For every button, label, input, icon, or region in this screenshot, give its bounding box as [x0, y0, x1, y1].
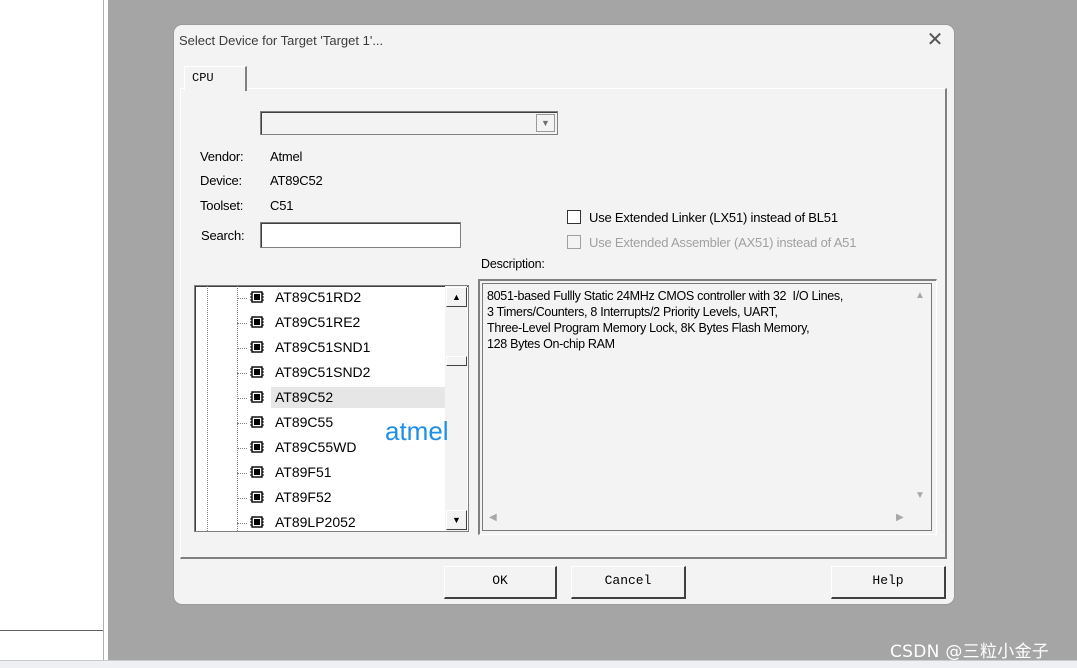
tree-item-label: AT89C55WD [275, 439, 357, 455]
cancel-button[interactable]: Cancel [571, 566, 686, 599]
scroll-down-button[interactable]: ▼ [446, 510, 467, 530]
device-label: Device: [200, 173, 242, 188]
search-input[interactable] [260, 222, 461, 248]
description-text: 8051-based Fullly Static 24MHz CMOS cont… [487, 289, 844, 351]
tab-cpu[interactable]: CPU [184, 66, 247, 91]
tree-connector [237, 498, 247, 499]
toolset-value: C51 [270, 198, 294, 213]
extended-linker-checkbox[interactable] [567, 210, 581, 224]
scroll-up-button[interactable]: ▲ [446, 287, 467, 307]
chip-icon [249, 390, 265, 404]
tree-item-label: AT89C51SND2 [275, 364, 371, 380]
device-value: AT89C52 [270, 173, 323, 188]
chip-icon [249, 465, 265, 479]
chevron-down-icon[interactable]: ▼ [536, 114, 555, 132]
background-left-pane [0, 0, 104, 667]
tree-connector [237, 323, 247, 324]
chip-icon [249, 315, 265, 329]
tree-item[interactable]: AT89C51SND1 [195, 336, 445, 360]
chip-icon [249, 490, 265, 504]
tree-item[interactable]: AT89C51SND2 [195, 361, 445, 385]
ok-button[interactable]: OK [444, 566, 557, 599]
search-label: Search: [201, 228, 245, 243]
tree-item-label: AT89LP2052 [275, 514, 356, 530]
toolset-label: Toolset: [200, 198, 244, 213]
description-label: Description: [481, 257, 545, 271]
help-button[interactable]: Help [831, 566, 946, 599]
tree-item-label: AT89C51RE2 [275, 314, 361, 330]
tree-connector [237, 398, 247, 399]
tree-connector [237, 448, 247, 449]
select-device-dialog: Select Device for Target 'Target 1'... ✕… [174, 25, 954, 604]
tree-item-label: AT89F51 [275, 464, 332, 480]
tree-item[interactable]: AT89F52 [195, 486, 445, 510]
scroll-right-icon[interactable]: ▶ [896, 512, 904, 523]
scroll-up-icon[interactable]: ▲ [915, 290, 925, 301]
tree-connector [237, 298, 247, 299]
tree-item-label: AT89C51RD2 [275, 289, 362, 305]
chip-icon [249, 440, 265, 454]
tree-item[interactable]: AT89F51 [195, 461, 445, 485]
tree-item-label: AT89C55 [275, 414, 334, 430]
close-icon[interactable]: ✕ [924, 28, 946, 52]
scroll-down-icon[interactable]: ▼ [915, 490, 925, 501]
description-area[interactable]: 8051-based Fullly Static 24MHz CMOS cont… [482, 283, 932, 531]
tree-connector [237, 523, 247, 524]
tree-item-label: AT89F52 [275, 489, 332, 505]
tree-connector [237, 348, 247, 349]
tree-connector [237, 373, 247, 374]
tree-item[interactable]: AT89LP2052 [195, 511, 445, 531]
chip-icon [249, 415, 265, 429]
chip-icon [249, 515, 265, 529]
tree-item-label: AT89C51SND1 [275, 339, 371, 355]
chip-icon [249, 340, 265, 354]
extended-assembler-label: Use Extended Assembler (AX51) instead of… [589, 235, 857, 250]
tree-connector [237, 473, 247, 474]
extended-assembler-checkbox [567, 235, 581, 249]
vendor-value: Atmel [270, 149, 303, 164]
description-box: 8051-based Fullly Static 24MHz CMOS cont… [478, 279, 937, 535]
scroll-thumb[interactable] [446, 356, 467, 366]
tree-item-label: AT89C52 [275, 389, 334, 405]
csdn-watermark: CSDN @三粒小金子 [890, 642, 1050, 662]
tree-item[interactable]: AT89C52 [195, 386, 445, 410]
chip-icon [249, 290, 265, 304]
tab-cpu-label: CPU [192, 71, 214, 85]
tree-item[interactable]: AT89C51RE2 [195, 311, 445, 335]
extended-linker-label: Use Extended Linker (LX51) instead of BL… [589, 210, 838, 225]
scroll-left-icon[interactable]: ◀ [489, 512, 497, 523]
atmel-annotation: atmel [385, 416, 449, 446]
divider [0, 630, 103, 631]
device-tree[interactable]: AT89C51RD2 AT89C51RE2 AT89C51SND1 AT89C51SN… [194, 285, 469, 532]
dialog-title: Select Device for Target 'Target 1'... [179, 33, 384, 48]
device-database-combo[interactable]: ▼ [260, 111, 558, 135]
tree-scrollbar[interactable]: ▲ ▼ [445, 286, 467, 531]
tree-item[interactable]: AT89C51RD2 [195, 286, 445, 310]
vendor-label: Vendor: [200, 149, 244, 164]
tree-connector [237, 423, 247, 424]
chip-icon [249, 365, 265, 379]
